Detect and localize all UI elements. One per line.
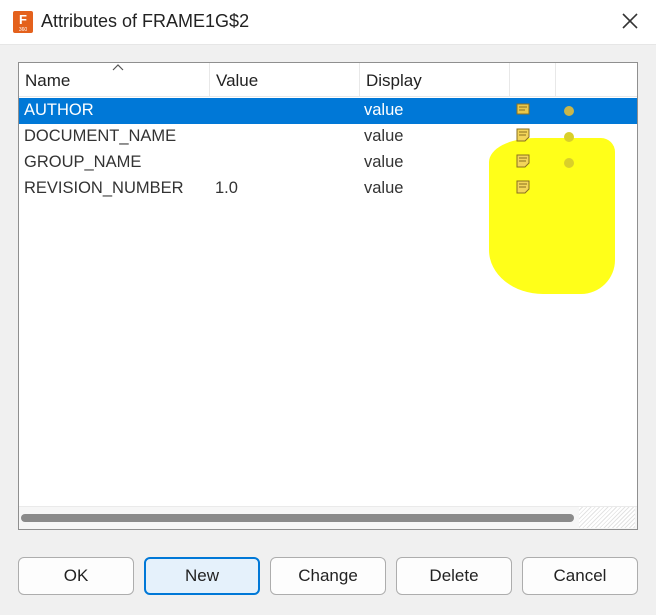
scrollbar-track-end — [579, 507, 635, 528]
note-icon[interactable] — [516, 128, 530, 142]
ok-button[interactable]: OK — [18, 557, 134, 595]
close-icon[interactable] — [618, 9, 642, 33]
table-row[interactable]: GROUP_NAME value — [19, 150, 637, 176]
column-header-icon-1[interactable] — [510, 63, 556, 96]
horizontal-scrollbar[interactable] — [19, 506, 637, 529]
note-icon[interactable] — [516, 102, 530, 116]
cancel-button[interactable]: Cancel — [522, 557, 638, 595]
table-row[interactable]: REVISION_NUMBER 1.0 value — [19, 176, 637, 202]
delete-button[interactable]: Delete — [396, 557, 512, 595]
new-button[interactable]: New — [144, 557, 260, 595]
scrollbar-thumb[interactable] — [21, 514, 574, 522]
window-title: Attributes of FRAME1G$2 — [41, 11, 250, 31]
table-row[interactable]: DOCUMENT_NAME value — [19, 124, 637, 150]
fusion-360-app-icon: F 360 — [13, 11, 33, 33]
title-bar: F 360 Attributes of FRAME1G$2 — [0, 0, 656, 45]
column-header-value[interactable]: Value — [210, 63, 360, 96]
dot-icon[interactable] — [564, 158, 574, 168]
note-icon[interactable] — [516, 180, 530, 194]
attributes-list[interactable]: Name Value Display AUTHOR value DOCUMENT… — [18, 62, 638, 530]
column-header-icon-2[interactable] — [556, 63, 637, 96]
change-button[interactable]: Change — [270, 557, 386, 595]
dot-icon[interactable] — [564, 132, 574, 142]
column-header-name[interactable]: Name — [19, 63, 210, 96]
note-icon[interactable] — [516, 154, 530, 168]
table-row[interactable]: AUTHOR value — [19, 98, 637, 124]
dot-icon[interactable] — [564, 106, 574, 116]
sort-ascending-icon — [112, 64, 124, 71]
column-header-display[interactable]: Display — [360, 63, 510, 96]
list-header: Name Value Display — [19, 63, 637, 97]
